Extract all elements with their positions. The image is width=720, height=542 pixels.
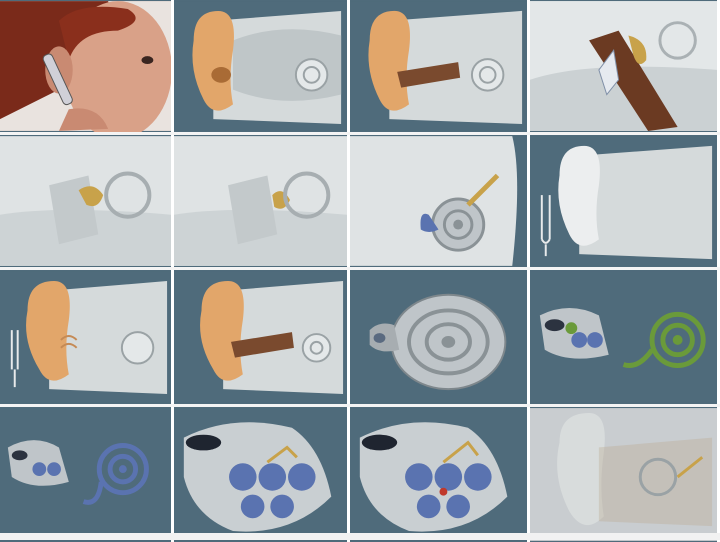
tile-middle-ear-ossicles[interactable] — [0, 135, 174, 267]
tile-cochlea-uncoiled-blue[interactable] — [0, 407, 174, 542]
ear-with-tuning-fork-icon — [0, 271, 171, 403]
tile-ear-with-tuning-fork[interactable] — [0, 270, 174, 404]
tile-ear-canal-vibration[interactable] — [174, 270, 350, 404]
tile-faded-ear-overlay[interactable] — [530, 407, 720, 542]
tile-woman-with-phone[interactable] — [0, 0, 174, 132]
faded-ear-overlay-icon — [530, 408, 717, 541]
tile-ossicles-detail[interactable] — [174, 135, 350, 267]
tile-eardrum-closeup[interactable] — [530, 0, 720, 132]
tile-organ-of-corti-hair-cells[interactable] — [350, 407, 530, 542]
woman-with-phone-icon — [0, 1, 171, 132]
ear-canal-vibration-icon — [174, 271, 347, 403]
cochlea-uncoiled-blue-icon — [0, 408, 171, 541]
tile-tuning-fork-ear[interactable] — [530, 135, 720, 267]
outer-ear-icon — [174, 1, 347, 131]
tile-cochlea-with-ossicles[interactable] — [350, 135, 530, 267]
tile-ear-canal[interactable] — [350, 0, 530, 132]
ossicles-detail-icon — [174, 136, 347, 266]
middle-ear-ossicles-icon — [0, 136, 171, 266]
tile-outer-ear[interactable] — [174, 0, 350, 132]
organ-of-corti-hair-cells-icon — [350, 408, 527, 541]
tuning-fork-ear-icon — [530, 136, 717, 266]
eardrum-closeup-icon — [530, 1, 717, 131]
cochlea-cross-section-uncoiled-icon — [530, 271, 717, 403]
ear-canal-icon — [350, 1, 527, 131]
organ-of-corti-icon — [174, 408, 347, 541]
tile-organ-of-corti[interactable] — [174, 407, 350, 542]
animation-frame-grid — [0, 0, 720, 542]
bottom-edge — [0, 533, 720, 540]
tile-cochlea-cross-section-uncoiled[interactable] — [530, 270, 720, 404]
cochlea-with-ossicles-icon — [350, 136, 527, 266]
tile-cochlea-spiral[interactable] — [350, 270, 530, 404]
cochlea-spiral-icon — [350, 271, 527, 403]
